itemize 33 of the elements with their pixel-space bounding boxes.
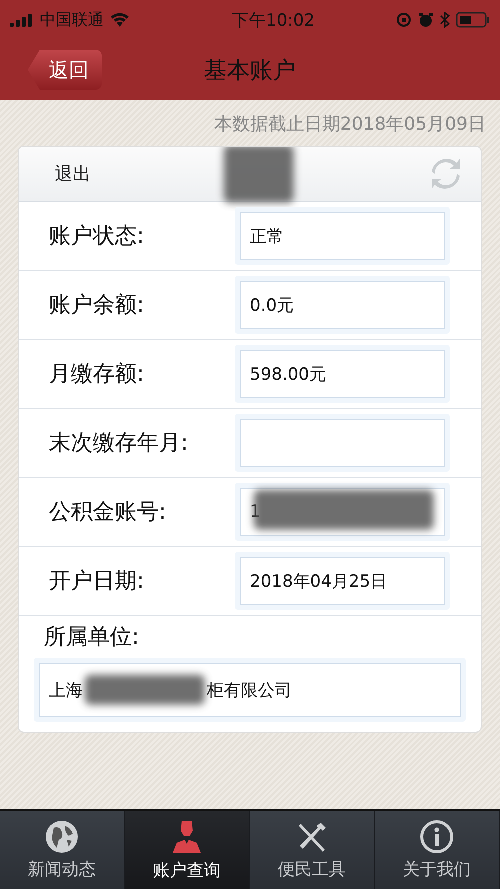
clock-time: 下午10:02	[232, 10, 315, 32]
globe-icon	[45, 820, 79, 854]
value-field[interactable]	[235, 414, 450, 472]
value-field[interactable]: 1	[235, 483, 450, 541]
field-label: 末次缴存年月:	[49, 430, 190, 458]
value-field[interactable]: 2018年04月25日	[235, 552, 450, 610]
signal-icon	[10, 13, 34, 27]
back-button[interactable]: 返回	[28, 50, 102, 90]
field-label: 账户余额:	[49, 292, 146, 320]
tab[interactable]: 新闻动态	[0, 811, 125, 889]
carrier-name: 中国联通	[40, 10, 104, 30]
bluetooth-icon	[440, 12, 450, 28]
value-field[interactable]: 598.00元	[235, 345, 450, 403]
tab[interactable]: 便民工具	[250, 811, 375, 889]
battery-icon	[456, 12, 490, 28]
refresh-icon[interactable]	[429, 157, 463, 191]
page-title: 基本账户	[204, 56, 296, 86]
field-label: 公积金账号:	[49, 499, 168, 527]
field-label: 所属单位:	[43, 624, 140, 652]
employer-field[interactable]: 上海 柜有限公司	[34, 658, 466, 722]
field-label: 账户状态:	[49, 223, 146, 251]
data-date: 本数据截止日期2018年05月09日	[214, 114, 486, 135]
rotation-lock-icon	[396, 12, 412, 28]
info-icon	[420, 820, 454, 854]
wifi-icon	[110, 13, 130, 27]
field-label: 开户日期:	[49, 568, 146, 596]
value-field[interactable]: 0.0元	[235, 276, 450, 334]
alarm-icon	[418, 12, 434, 28]
tab[interactable]: 关于我们	[375, 811, 500, 889]
value-field[interactable]: 正常	[235, 207, 450, 265]
tab[interactable]: 账户查询	[125, 811, 250, 889]
logout-link[interactable]: 退出	[55, 162, 91, 186]
field-label: 月缴存额:	[49, 361, 146, 389]
